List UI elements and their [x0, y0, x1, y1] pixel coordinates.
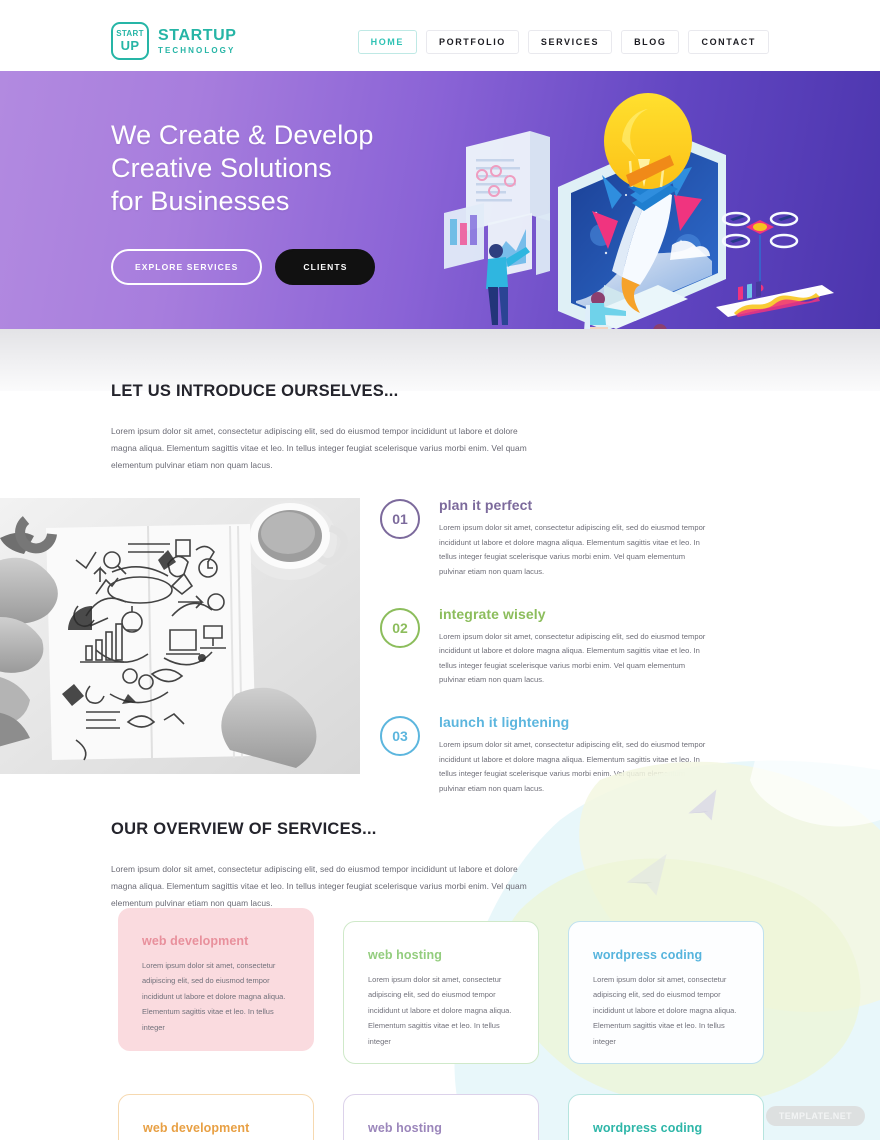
landing-page: START UP STARTUP TECHNOLOGY HOME PORTFOL…	[0, 0, 880, 1140]
nav-item-portfolio[interactable]: PORTFOLIO	[426, 30, 519, 54]
services-title: OUR OVERVIEW OF SERVICES...	[111, 820, 377, 838]
step-description: Lorem ipsum dolor sit amet, consectetur …	[439, 523, 706, 576]
services-card-grid: web development Lorem ipsum dolor sit am…	[0, 908, 880, 1140]
hero-section: We Create & Develop Creative Solutions f…	[0, 71, 880, 329]
template-watermark: TEMPLATE.NET	[765, 1106, 865, 1126]
service-card[interactable]: web hosting Lorem ipsum dolor sit amet, …	[343, 1094, 539, 1140]
nav-item-home[interactable]: HOME	[357, 30, 417, 54]
service-card[interactable]: web development Lorem ipsum dolor sit am…	[118, 1094, 314, 1140]
hero-heading-line2: Creative Solutions	[111, 152, 332, 183]
step-description: Lorem ipsum dolor sit amet, consectetur …	[439, 631, 706, 685]
step-title: integrate wisely	[439, 605, 546, 622]
site-header: START UP STARTUP TECHNOLOGY HOME PORTFOL…	[0, 0, 880, 71]
hero-copy: We Create & Develop Creative Solutions f…	[111, 119, 376, 285]
service-card-description: Lorem ipsum dolor sit amet, consectetur …	[142, 961, 286, 1032]
main-navigation: HOME PORTFOLIO SERVICES BLOG CONTACT	[357, 30, 769, 54]
intro-paragraph: Lorem ipsum dolor sit amet, consectetur …	[111, 426, 527, 470]
explore-services-button[interactable]: EXPLORE SERVICES	[111, 248, 263, 285]
service-card-description: Lorem ipsum dolor sit amet, consectetur …	[368, 975, 512, 1046]
service-card[interactable]: wordpress coding Lorem ipsum dolor sit a…	[568, 921, 764, 1064]
logo-mark-line1: START	[116, 29, 144, 38]
service-card[interactable]: wordpress coding Lorem ipsum dolor sit a…	[568, 1094, 764, 1140]
hero-illustration	[426, 71, 880, 329]
process-step: 01 plan it perfect Lorem ipsum dolor sit…	[380, 495, 780, 580]
nav-item-contact[interactable]: CONTACT	[688, 30, 769, 54]
hero-heading-line3: for Businesses	[111, 185, 290, 216]
services-paragraph: Lorem ipsum dolor sit amet, consectetur …	[111, 864, 527, 908]
service-card[interactable]: web hosting Lorem ipsum dolor sit amet, …	[343, 921, 539, 1064]
logo[interactable]: START UP STARTUP TECHNOLOGY	[111, 22, 237, 60]
logo-text: STARTUP TECHNOLOGY	[158, 26, 237, 55]
service-card-title: web hosting	[368, 948, 443, 962]
service-card-description: Lorem ipsum dolor sit amet, consectetur …	[593, 975, 737, 1046]
nav-item-services[interactable]: SERVICES	[527, 30, 613, 54]
step-number-badge: 01	[380, 499, 420, 539]
service-card-title: wordpress coding	[593, 948, 703, 962]
intro-title: LET US INTRODUCE OURSELVES...	[111, 382, 399, 400]
services-section: OUR OVERVIEW OF SERVICES... Lorem ipsum …	[111, 820, 531, 912]
service-card-title: web hosting	[368, 1121, 443, 1135]
service-card[interactable]: web development Lorem ipsum dolor sit am…	[118, 908, 314, 1051]
step-title: plan it perfect	[439, 497, 533, 513]
logo-tagline: TECHNOLOGY	[158, 45, 236, 55]
hero-heading: We Create & Develop Creative Solutions f…	[111, 119, 375, 218]
service-card-title: wordpress coding	[593, 1121, 703, 1135]
process-step: 02 integrate wisely Lorem ipsum dolor si…	[380, 604, 780, 689]
introduction-section: LET US INTRODUCE OURSELVES... Lorem ipsu…	[111, 382, 531, 474]
logo-name: STARTUP	[158, 26, 237, 44]
hero-heading-line1: We Create & Develop	[111, 120, 374, 150]
nav-item-blog[interactable]: BLOG	[621, 30, 680, 54]
hero-button-group: EXPLORE SERVICES CLIENTS	[111, 248, 376, 285]
service-card-title: web development	[143, 1121, 250, 1135]
logo-mark-line2: UP	[120, 38, 140, 53]
service-card-title: web development	[142, 934, 249, 948]
clients-button[interactable]: CLIENTS	[275, 248, 376, 285]
step-number-badge: 02	[380, 607, 420, 648]
logo-mark-icon: START UP	[111, 22, 149, 60]
